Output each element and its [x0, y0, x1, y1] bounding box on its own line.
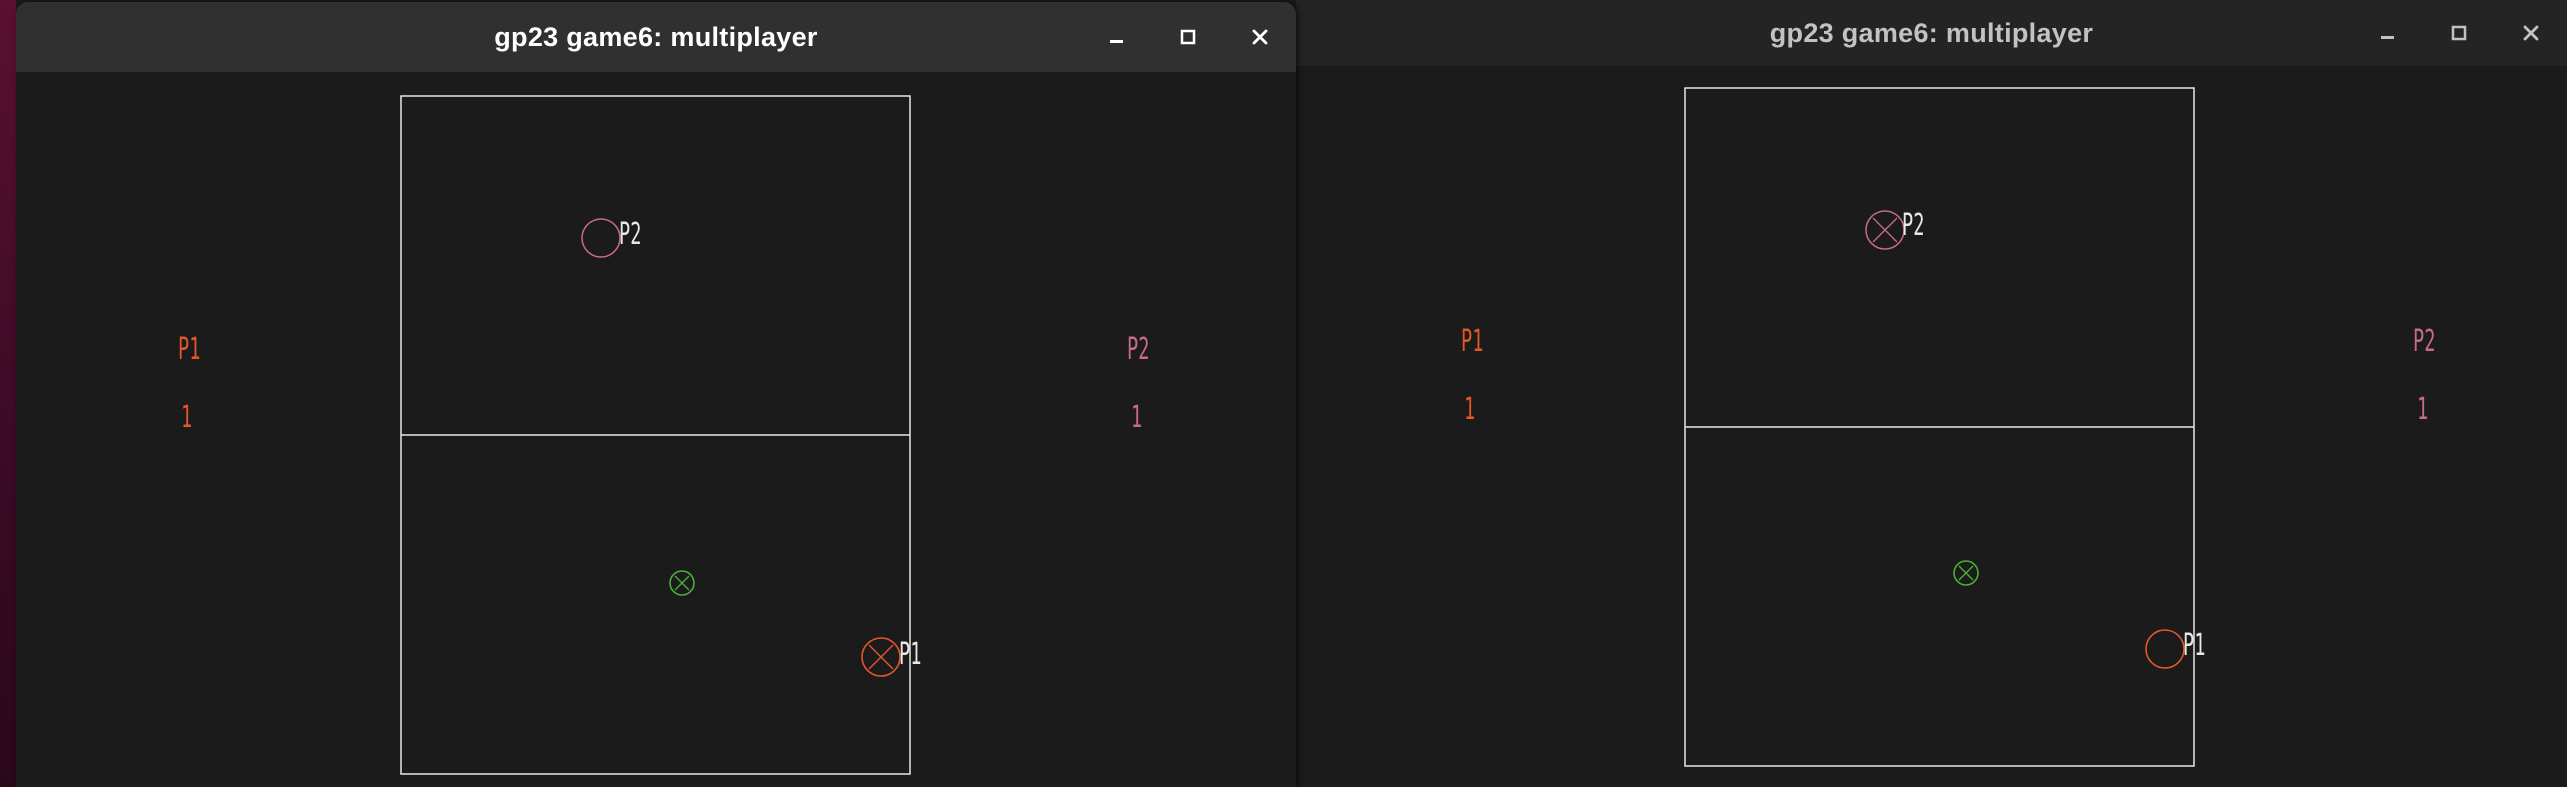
close-icon: [2523, 25, 2539, 41]
player-tag-p2: P2: [1902, 208, 1925, 243]
maximize-icon: [1180, 29, 1196, 45]
close-button[interactable]: [1224, 2, 1296, 72]
window-controls: [1080, 2, 1296, 72]
window-title: gp23 game6: multiplayer: [494, 21, 818, 52]
circle-cross-icon: [861, 637, 901, 677]
minimize-button[interactable]: [2351, 0, 2423, 66]
minimize-icon: [1110, 40, 1123, 43]
titlebar[interactable]: gp23 game6: multiplayer: [1296, 0, 2567, 66]
court: [400, 95, 911, 775]
titlebar[interactable]: gp23 game6: multiplayer: [16, 2, 1296, 72]
maximize-button[interactable]: [1152, 2, 1224, 72]
player-tag-p2: P2: [619, 217, 642, 252]
circle-icon: [2145, 629, 2185, 669]
minimize-icon: [2381, 36, 2394, 39]
window-title: gp23 game6: multiplayer: [1769, 17, 2094, 48]
green-circle-cross-icon: [669, 570, 695, 596]
player-tag-p1: P1: [2183, 628, 2206, 663]
close-button[interactable]: [2495, 0, 2567, 66]
circle-cross-icon: [1865, 210, 1905, 250]
window-controls: [2351, 0, 2567, 66]
circle-icon: [581, 218, 621, 258]
game-canvas[interactable]: P1 1 P2 1 P2 P1: [1296, 66, 2567, 787]
game-canvas[interactable]: P1 1 P2 1 P2 P1: [16, 72, 1296, 787]
desktop-background: [0, 0, 16, 787]
close-icon: [1252, 29, 1268, 45]
game-window-1[interactable]: gp23 game6: multiplayer P1 1 P2 1 P2 P1: [16, 2, 1296, 787]
maximize-button[interactable]: [2423, 0, 2495, 66]
court: [1684, 87, 2195, 767]
green-circle-cross-icon: [1953, 560, 1979, 586]
minimize-button[interactable]: [1080, 2, 1152, 72]
game-window-2[interactable]: gp23 game6: multiplayer P1 1 P2 1 P2 P1: [1296, 0, 2567, 787]
maximize-icon: [2451, 25, 2467, 41]
player-tag-p1: P1: [899, 637, 922, 672]
